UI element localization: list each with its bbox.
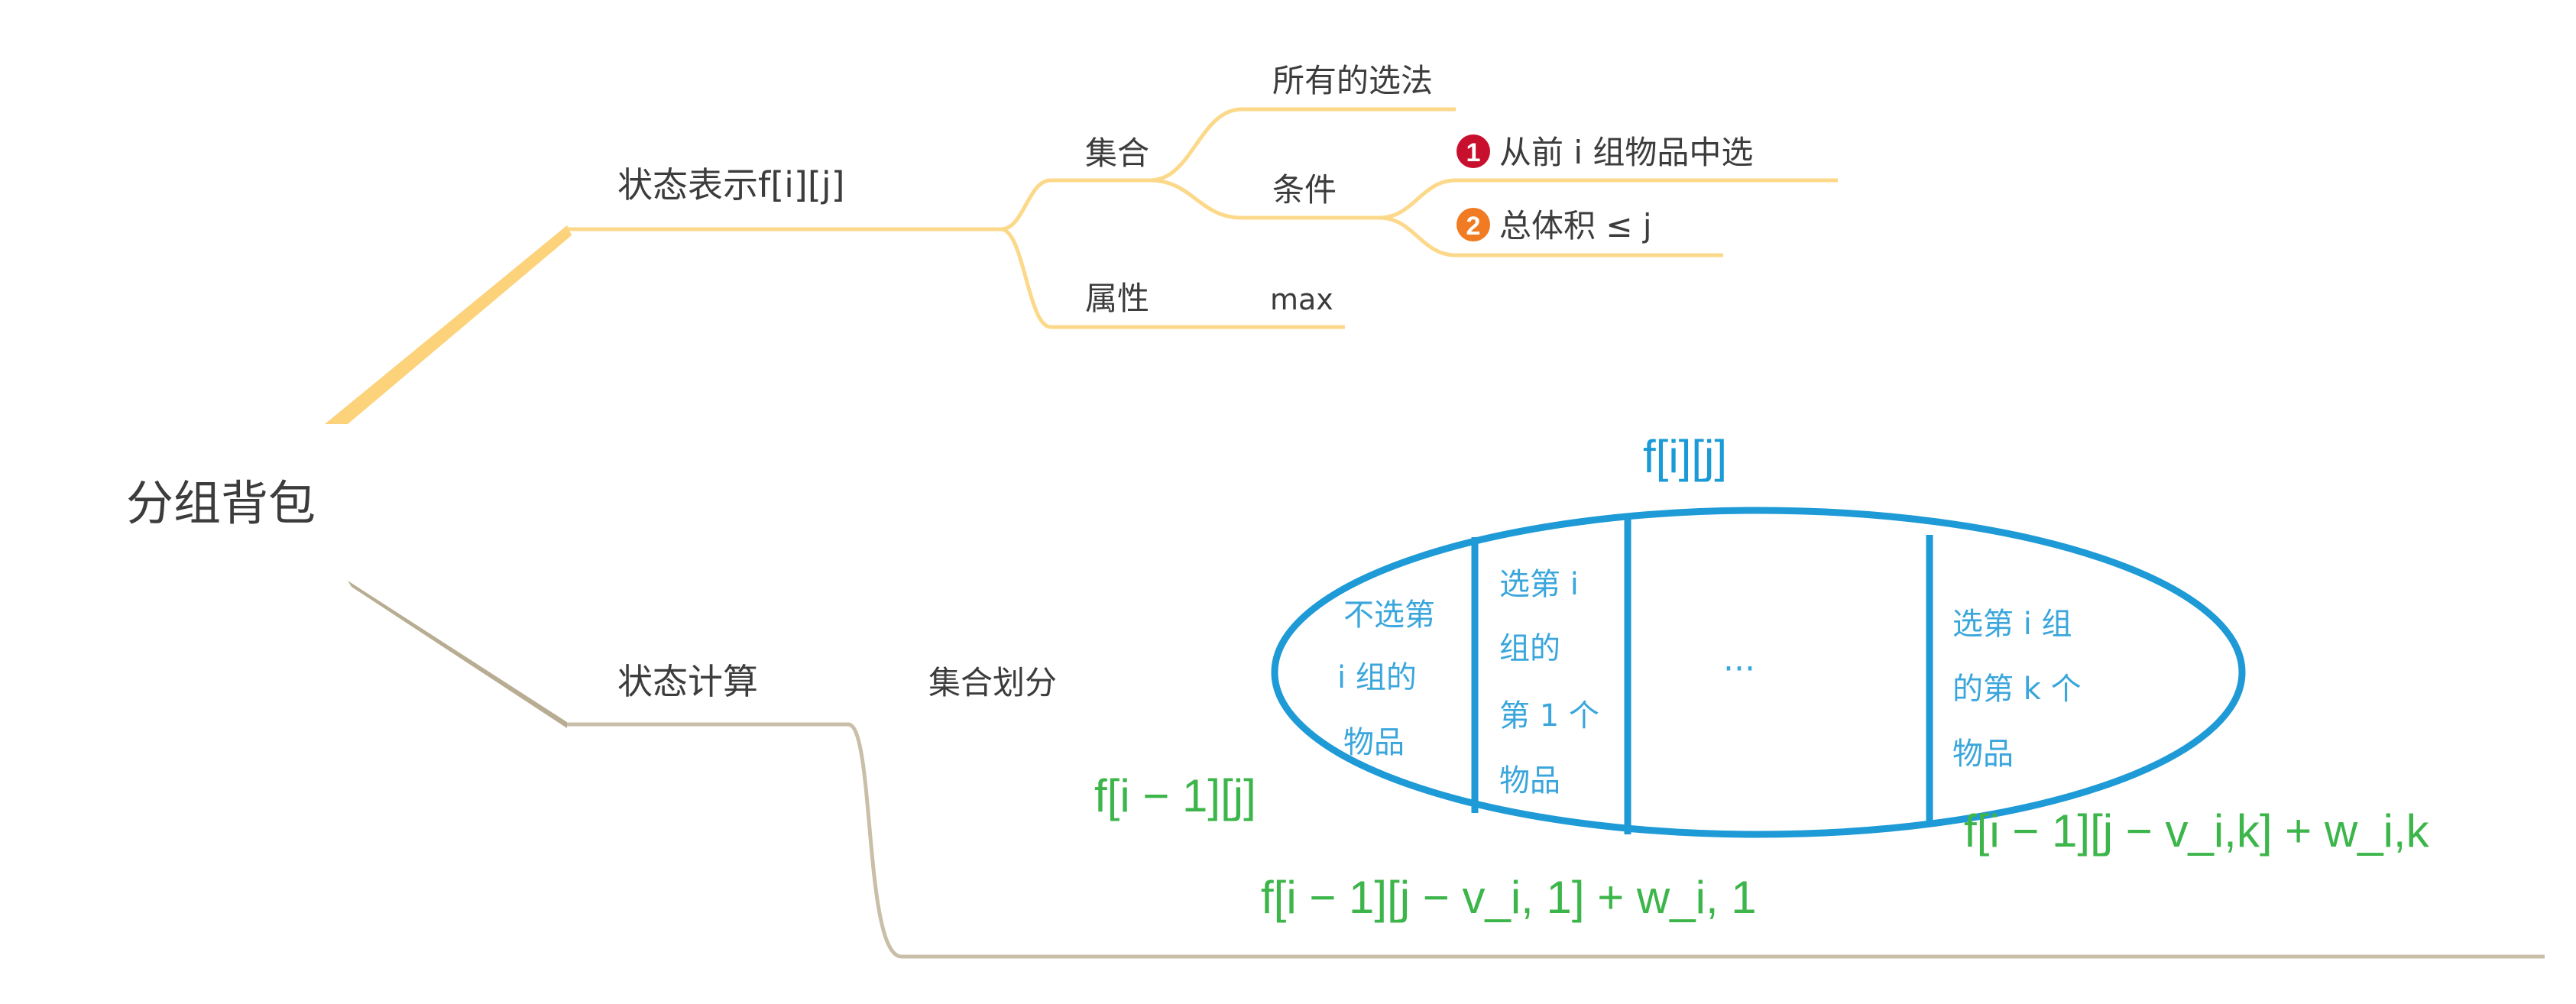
- branch-to-set: [1000, 178, 1150, 232]
- state-calc-label[interactable]: 状态计算: [617, 661, 758, 702]
- condition-1-text[interactable]: 从前 i 组物品中选: [1499, 134, 1753, 171]
- mindmap-canvas: 分组背包 状态表示f[i][j] 集合 所有的选法 条件 1 从前 i 组物品中…: [126, 62, 2545, 959]
- formula-right: f[i − 1][j − v_i,k] + w_i,k: [1964, 805, 2430, 857]
- section-1-line-3: 物品: [1343, 725, 1405, 760]
- section-1-line-1: 不选第: [1343, 598, 1435, 633]
- condition-2-badge-number: 2: [1466, 212, 1481, 241]
- section-4-line-1: 选第 i 组: [1952, 607, 2072, 642]
- condition-2-text[interactable]: 总体积 ≤ j: [1499, 207, 1652, 245]
- lower-trunk-connector: [348, 581, 567, 728]
- diagram-top-label: f[i][j]: [1643, 431, 1727, 482]
- condition-label[interactable]: 条件: [1272, 171, 1337, 209]
- set-ellipse: [1271, 507, 2246, 838]
- branch-to-condition: [1149, 178, 1379, 220]
- set-label[interactable]: 集合: [1085, 134, 1149, 172]
- section-3-ellipsis: ···: [1723, 649, 1755, 688]
- attribute-value[interactable]: max: [1270, 283, 1333, 316]
- upper-trunk-connector: [325, 225, 572, 424]
- branch-to-all-choices: [1149, 107, 1456, 183]
- formula-left: f[i − 1][j]: [1094, 770, 1256, 821]
- attribute-label[interactable]: 属性: [1085, 280, 1149, 317]
- partition-label[interactable]: 集合划分: [928, 664, 1057, 701]
- condition-1-badge-number: 1: [1466, 138, 1481, 167]
- section-2-line-2: 组的: [1499, 631, 1560, 666]
- formula-bottom: f[i − 1][j − v_i, 1] + w_i, 1: [1261, 872, 1757, 923]
- section-1-line-2: i 组的: [1337, 660, 1417, 695]
- root-node-label[interactable]: 分组背包: [126, 475, 316, 531]
- section-4-line-2: 的第 k 个: [1952, 672, 2082, 707]
- partition-diagram: f[i][j] 不选第 i 组的 物品 选第 i 组的 第 1 个 物品 ···…: [1094, 431, 2430, 923]
- section-4-line-3: 物品: [1952, 737, 2014, 772]
- all-choices-label[interactable]: 所有的选法: [1272, 62, 1433, 99]
- section-2-line-3: 第 1 个: [1499, 698, 1599, 734]
- state-repr-label[interactable]: 状态表示f[i][j]: [617, 164, 845, 206]
- section-2-line-4: 物品: [1499, 763, 1560, 798]
- section-2-line-1: 选第 i: [1499, 567, 1579, 602]
